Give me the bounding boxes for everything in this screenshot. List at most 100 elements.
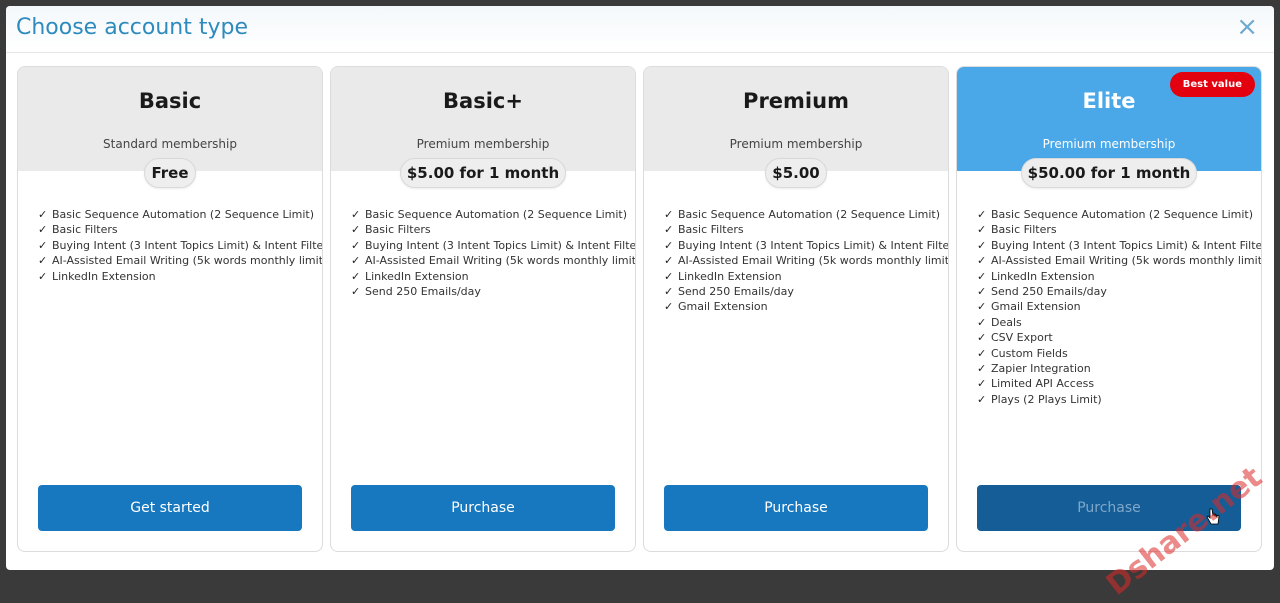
check-icon: ✓ (664, 254, 674, 268)
feature-item: ✓ AI-Assisted Email Writing (5k words mon… (38, 253, 323, 268)
feature-item: ✓ Buying Intent (3 Intent Topics Limit) &… (38, 238, 323, 253)
feature-item: ✓ Send 250 Emails/day (977, 284, 1261, 299)
check-icon: ✓ (977, 392, 987, 406)
feature-item: ✓ Send 250 Emails/day (351, 284, 635, 299)
feature-label: AI-Assisted Email Writing (5k words mont… (991, 254, 1262, 268)
feature-label: Send 250 Emails/day (991, 284, 1107, 298)
purchase-button-premium[interactable]: Purchase (664, 485, 928, 531)
close-icon[interactable]: × (1236, 14, 1258, 40)
feature-label: AI-Assisted Email Writing (5k words mont… (365, 254, 636, 268)
check-icon: ✓ (664, 269, 674, 283)
feature-list: ✓ Basic Sequence Automation (2 Sequence L… (38, 207, 323, 284)
feature-label: Basic Sequence Automation (2 Sequence Li… (52, 208, 315, 221)
feature-label: Limited API Access (991, 377, 1095, 391)
check-icon: ✓ (977, 238, 987, 252)
check-icon: ✓ (977, 208, 987, 221)
check-icon: ✓ (664, 208, 674, 221)
plan-price: $5.00 for 1 month (399, 158, 567, 188)
feature-label: Custom Fields (991, 346, 1068, 360)
plan-price: $5.00 (765, 158, 827, 188)
feature-item: ✓ Basic Sequence Automation (2 Sequence L… (977, 207, 1261, 222)
feature-item: ✓ Gmail Extension (664, 299, 948, 314)
check-icon: ✓ (351, 284, 361, 298)
feature-item: ✓ Basic Filters (977, 222, 1261, 237)
purchase-button-basic-plus[interactable]: Purchase (351, 485, 615, 531)
feature-label: CSV Export (991, 331, 1053, 345)
feature-item: ✓ LinkedIn Extension (38, 269, 322, 284)
feature-label: LinkedIn Extension (991, 269, 1095, 283)
feature-label: LinkedIn Extension (365, 269, 469, 283)
plan-name: Basic (138, 89, 202, 113)
modal-header: Choose account type × (6, 6, 1274, 53)
check-icon: ✓ (977, 346, 987, 360)
check-icon: ✓ (351, 208, 361, 221)
check-icon: ✓ (977, 223, 987, 237)
plan-price: Free (144, 158, 196, 188)
check-icon: ✓ (351, 223, 361, 237)
check-icon: ✓ (664, 300, 674, 314)
feature-label: Basic Sequence Automation (2 Sequence Li… (678, 208, 941, 221)
account-type-modal: Choose account type × Basic Standard memb… (6, 6, 1274, 570)
plan-subtitle: Premium membership (729, 137, 863, 151)
feature-label: Send 250 Emails/day (678, 284, 794, 298)
feature-label: Zapier Integration (991, 361, 1091, 375)
feature-list: ✓ Basic Sequence Automation (2 Sequence L… (977, 207, 1262, 407)
plan-card-header (18, 67, 322, 171)
feature-label: LinkedIn Extension (52, 269, 156, 283)
check-icon: ✓ (664, 238, 674, 252)
feature-item: ✓ Custom Fields (977, 346, 1261, 361)
feature-item: ✓ Basic Sequence Automation (2 Sequence L… (351, 207, 635, 222)
plan-name: Premium (743, 89, 849, 113)
check-icon: ✓ (38, 208, 48, 221)
feature-label: Buying Intent (3 Intent Topics Limit) & … (52, 238, 323, 252)
check-icon: ✓ (38, 254, 48, 268)
feature-label: Basic Sequence Automation (2 Sequence Li… (365, 208, 628, 221)
feature-label: Basic Filters (991, 223, 1057, 237)
check-icon: ✓ (38, 223, 48, 237)
check-icon: ✓ (38, 269, 48, 283)
feature-label: Buying Intent (3 Intent Topics Limit) & … (678, 238, 949, 252)
check-icon: ✓ (664, 223, 674, 237)
check-icon: ✓ (977, 331, 987, 345)
plan-name: Basic+ (443, 89, 523, 113)
feature-label: LinkedIn Extension (678, 269, 782, 283)
feature-label: Buying Intent (3 Intent Topics Limit) & … (991, 238, 1262, 252)
feature-item: ✓ Buying Intent (3 Intent Topics Limit) &… (977, 238, 1262, 253)
feature-item: ✓ Basic Filters (351, 222, 635, 237)
plan-card-basic: Basic Standard membership Free ✓ Basic Seque… (17, 66, 323, 552)
feature-item: ✓ Buying Intent (3 Intent Topics Limit) &… (351, 238, 636, 253)
feature-item: ✓ AI-Assisted Email Writing (5k words mon… (351, 253, 636, 268)
feature-item: ✓ AI-Assisted Email Writing (5k words mon… (664, 253, 949, 268)
feature-label: AI-Assisted Email Writing (5k words mont… (52, 254, 323, 268)
feature-item: ✓ Basic Sequence Automation (2 Sequence L… (38, 207, 322, 222)
plan-card-basic-plus: Basic+ Premium membership $5.00 for 1 mont… (330, 66, 636, 552)
feature-item: ✓ LinkedIn Extension (351, 269, 635, 284)
feature-item: ✓ CSV Export (977, 330, 1261, 345)
feature-list: ✓ Basic Sequence Automation (2 Sequence L… (664, 207, 949, 315)
feature-label: Buying Intent (3 Intent Topics Limit) & … (365, 238, 636, 252)
check-icon: ✓ (664, 284, 674, 298)
check-icon: ✓ (977, 269, 987, 283)
check-icon: ✓ (38, 238, 48, 252)
check-icon: ✓ (351, 254, 361, 268)
feature-item: ✓ Plays (2 Plays Limit) (977, 392, 1261, 407)
feature-label: Send 250 Emails/day (365, 284, 481, 298)
check-icon: ✓ (351, 269, 361, 283)
plan-price: $50.00 for 1 month (1020, 158, 1198, 188)
feature-label: Basic Filters (52, 223, 118, 237)
plan-card-header (644, 67, 948, 171)
check-icon: ✓ (977, 315, 987, 329)
feature-item: ✓ Send 250 Emails/day (664, 284, 948, 299)
check-icon: ✓ (977, 361, 987, 375)
feature-list: ✓ Basic Sequence Automation (2 Sequence L… (351, 207, 636, 299)
feature-label: AI-Assisted Email Writing (5k words mont… (678, 254, 949, 268)
feature-item: ✓ LinkedIn Extension (977, 269, 1261, 284)
feature-label: Deals (991, 315, 1022, 329)
feature-item: ✓ AI-Assisted Email Writing (5k words mon… (977, 253, 1262, 268)
get-started-button-basic[interactable]: Get started (38, 485, 302, 531)
feature-label: Gmail Extension (991, 300, 1081, 314)
feature-item: ✓ Basic Sequence Automation (2 Sequence L… (664, 207, 948, 222)
plan-card-elite: Elite Premium membership $50.00 for 1 mont… (956, 66, 1262, 552)
feature-item: ✓ Limited API Access (977, 376, 1261, 391)
check-icon: ✓ (977, 300, 987, 314)
